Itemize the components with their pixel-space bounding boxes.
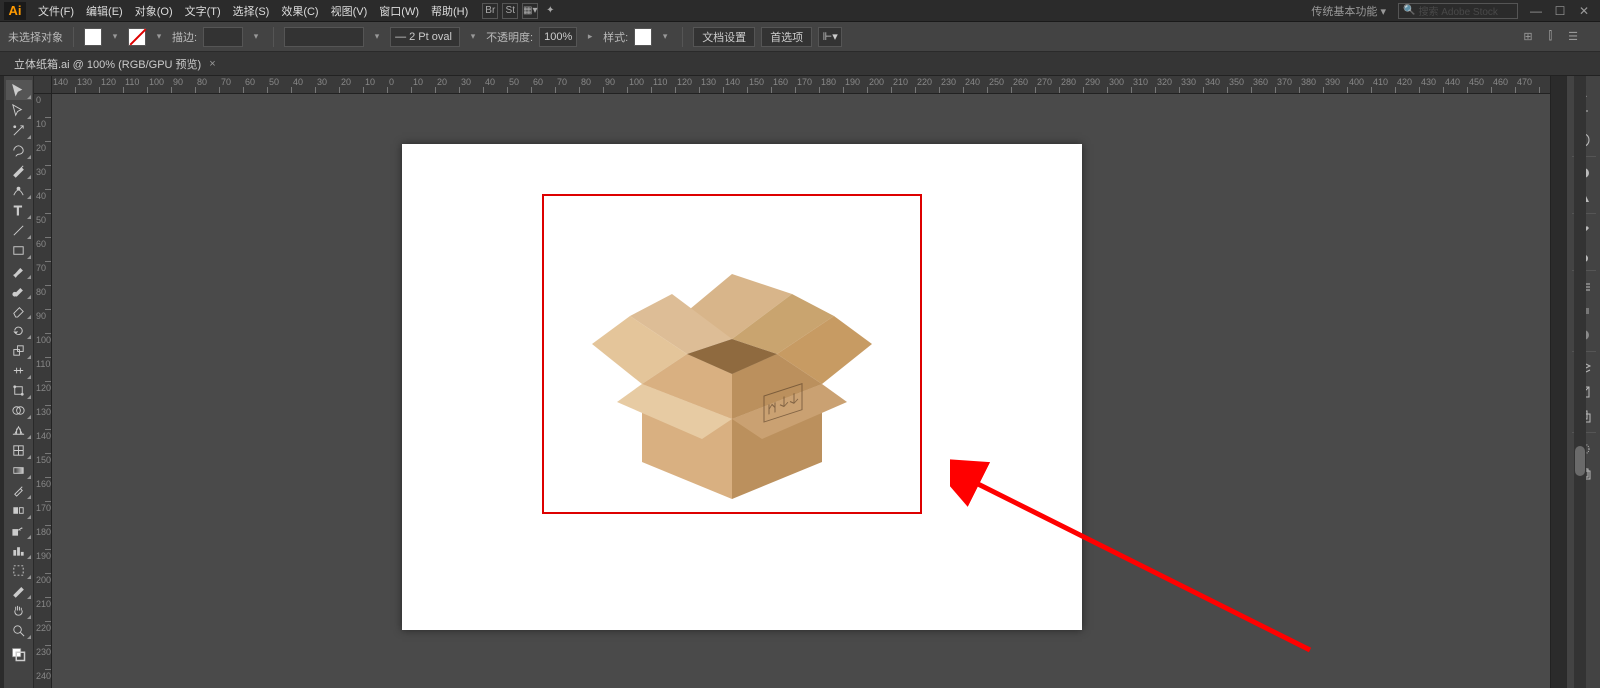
window-close[interactable]: ✕ xyxy=(1572,2,1596,20)
selection-tool[interactable] xyxy=(6,80,32,100)
curvature-tool[interactable] xyxy=(6,180,32,200)
cardboard-box-artwork xyxy=(582,244,882,504)
menu-window[interactable]: 窗口(W) xyxy=(373,1,425,21)
shape-builder-tool[interactable] xyxy=(6,400,32,420)
tool-panel: T xyxy=(4,76,34,688)
menu-object[interactable]: 对象(O) xyxy=(129,1,179,21)
align-button[interactable]: ⊩▾ xyxy=(818,27,842,47)
style-swatch[interactable] xyxy=(634,28,652,46)
paintbrush-tool[interactable] xyxy=(6,260,32,280)
fill-dropdown[interactable]: ▾ xyxy=(108,27,122,47)
window-maximize[interactable]: ☐ xyxy=(1548,2,1572,20)
menu-effect[interactable]: 效果(C) xyxy=(275,1,324,21)
stroke-label: 描边: xyxy=(172,29,197,45)
dash-profile[interactable]: — 2 Pt oval xyxy=(390,27,460,47)
stroke-weight-input[interactable] xyxy=(203,27,243,47)
mesh-tool[interactable] xyxy=(6,440,32,460)
blend-tool[interactable] xyxy=(6,500,32,520)
symbol-sprayer-tool[interactable] xyxy=(6,520,32,540)
free-transform-tool[interactable] xyxy=(6,380,32,400)
scale-tool[interactable] xyxy=(6,340,32,360)
zoom-tool[interactable] xyxy=(6,620,32,640)
fill-swatch[interactable] xyxy=(84,28,102,46)
artboard xyxy=(402,144,1082,630)
arrange-icon[interactable]: ▦▾ xyxy=(522,3,538,19)
vertical-scrollbar[interactable] xyxy=(1574,76,1586,688)
layout-icon-2[interactable]: ⫿ xyxy=(1543,28,1559,45)
menu-type[interactable]: 文字(T) xyxy=(179,1,227,21)
menu-bar: Ai 文件(F) 编辑(E) 对象(O) 文字(T) 选择(S) 效果(C) 视… xyxy=(0,0,1600,22)
search-stock[interactable]: 🔍 搜索 Adobe Stock xyxy=(1398,3,1518,19)
opacity-input[interactable] xyxy=(539,27,577,47)
ruler-origin[interactable] xyxy=(34,76,52,94)
slice-tool[interactable] xyxy=(6,580,32,600)
layout-icon-1[interactable]: ⊞ xyxy=(1517,28,1538,45)
app-logo: Ai xyxy=(4,2,26,20)
stroke-swatch[interactable] xyxy=(128,28,146,46)
eraser-tool[interactable] xyxy=(6,300,32,320)
gradient-tool[interactable] xyxy=(6,460,32,480)
style-dropdown[interactable]: ▾ xyxy=(658,27,672,47)
eyedropper-tool[interactable] xyxy=(6,480,32,500)
dash-dropdown[interactable]: ▾ xyxy=(466,27,480,47)
workspace: 1401301201101009080706050403020100102030… xyxy=(34,76,1550,688)
brush-dropdown[interactable]: ▾ xyxy=(370,27,384,47)
canvas[interactable] xyxy=(52,94,1550,688)
workspace-switcher[interactable]: 传统基本功能 ▾ xyxy=(1305,1,1392,21)
fill-stroke-swap[interactable] xyxy=(6,644,32,664)
lasso-tool[interactable] xyxy=(6,140,32,160)
window-minimize[interactable]: — xyxy=(1524,2,1548,20)
bridge-icon[interactable]: Br xyxy=(482,3,498,19)
brush-input[interactable] xyxy=(284,27,364,47)
vertical-ruler[interactable]: 0102030405060708090100110120130140150160… xyxy=(34,94,52,688)
tab-close-icon[interactable]: × xyxy=(209,58,215,70)
pen-tool[interactable] xyxy=(6,160,32,180)
layout-icon-3[interactable]: ☰ xyxy=(1562,28,1584,45)
horizontal-ruler[interactable]: 1401301201101009080706050403020100102030… xyxy=(52,76,1550,94)
document-setup-button[interactable]: 文档设置 xyxy=(693,27,755,47)
opacity-more[interactable]: ▸ xyxy=(583,27,597,47)
direct-selection-tool[interactable] xyxy=(6,100,32,120)
opacity-label: 不透明度: xyxy=(486,29,533,45)
gpu-icon[interactable]: ✦ xyxy=(542,3,558,19)
menu-help[interactable]: 帮助(H) xyxy=(425,1,474,21)
hand-tool[interactable] xyxy=(6,600,32,620)
preferences-button[interactable]: 首选项 xyxy=(761,27,812,47)
document-tab-bar: 立体纸箱.ai @ 100% (RGB/GPU 预览) × xyxy=(0,52,1600,76)
stock-icon[interactable]: St xyxy=(502,3,518,19)
shaper-tool[interactable] xyxy=(6,280,32,300)
document-tab[interactable]: 立体纸箱.ai @ 100% (RGB/GPU 预览) × xyxy=(4,53,226,75)
line-tool[interactable] xyxy=(6,220,32,240)
svg-text:T: T xyxy=(14,203,22,218)
magic-wand-tool[interactable] xyxy=(6,120,32,140)
document-tab-title: 立体纸箱.ai @ 100% (RGB/GPU 预览) xyxy=(14,56,201,72)
stroke-weight-dropdown[interactable]: ▾ xyxy=(249,27,263,47)
column-graph-tool[interactable] xyxy=(6,540,32,560)
type-tool[interactable]: T xyxy=(6,200,32,220)
rotate-tool[interactable] xyxy=(6,320,32,340)
menu-view[interactable]: 视图(V) xyxy=(325,1,374,21)
menu-select[interactable]: 选择(S) xyxy=(227,1,276,21)
style-label: 样式: xyxy=(603,29,628,45)
menu-file[interactable]: 文件(F) xyxy=(32,1,80,21)
menu-edit[interactable]: 编辑(E) xyxy=(80,1,129,21)
scroll-gutter xyxy=(1550,76,1566,688)
selection-status: 未选择对象 xyxy=(8,29,63,45)
width-tool[interactable] xyxy=(6,360,32,380)
artboard-tool[interactable] xyxy=(6,560,32,580)
stroke-swatch-dropdown[interactable]: ▾ xyxy=(152,27,166,47)
control-bar: 未选择对象 ▾ ▾ 描边: ▾ ▾ — 2 Pt oval ▾ 不透明度: ▸ … xyxy=(0,22,1600,52)
rectangle-tool[interactable] xyxy=(6,240,32,260)
perspective-grid-tool[interactable] xyxy=(6,420,32,440)
